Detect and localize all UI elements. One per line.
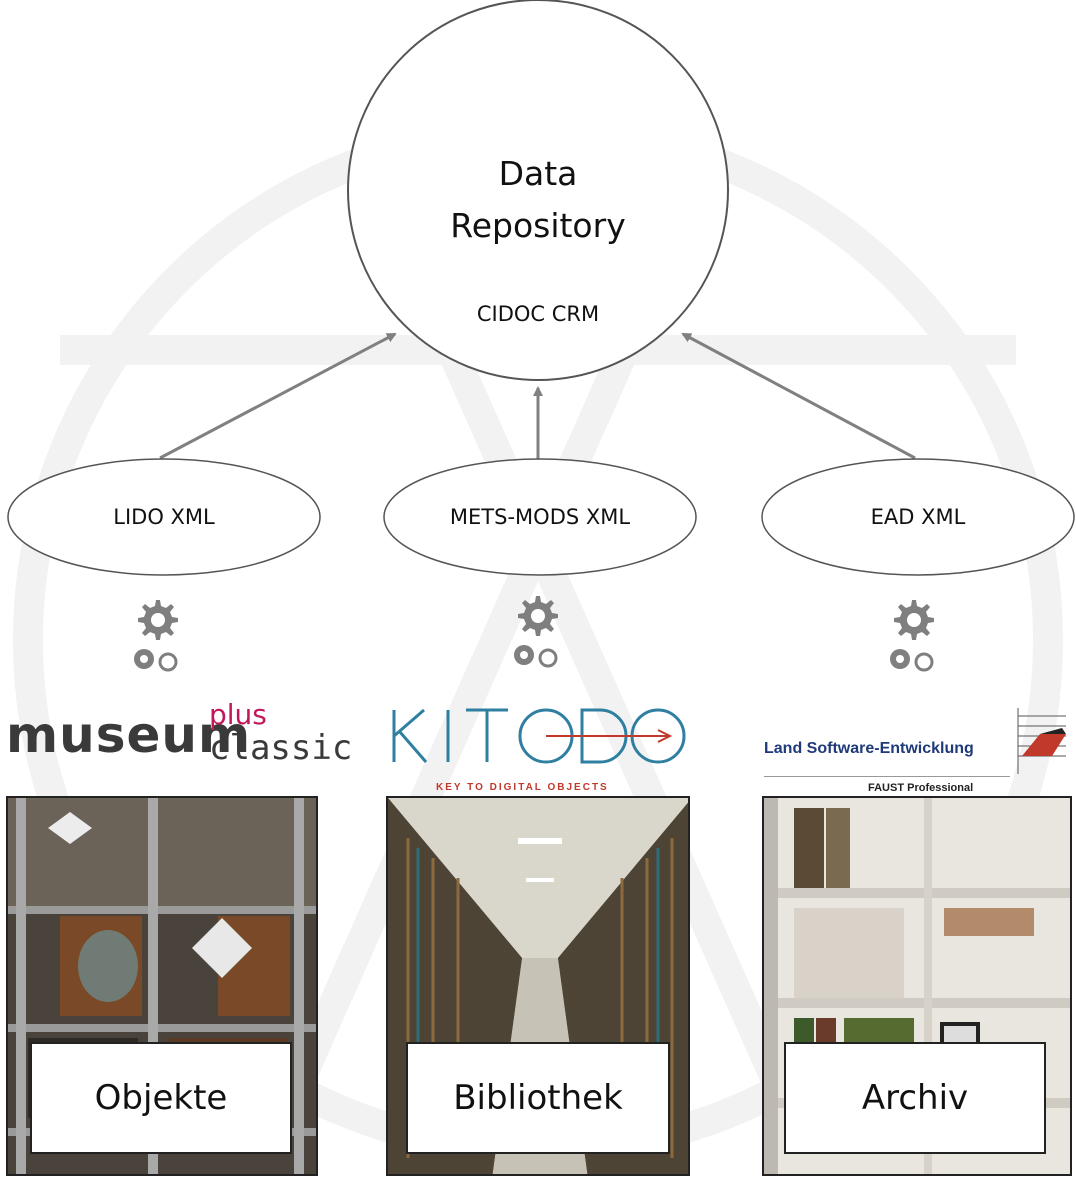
gears-icon xyxy=(514,596,558,668)
faust-divider xyxy=(764,776,1010,777)
repository-title-line1: Data xyxy=(498,154,578,193)
museumplus-logo: museum plus classic xyxy=(6,698,352,788)
format-label-mets: METS-MODS XML xyxy=(449,505,631,529)
collection-label-archiv: Archiv xyxy=(784,1042,1046,1154)
museumplus-logo-plus: plus xyxy=(209,698,267,731)
kitodo-wordmark xyxy=(392,708,686,764)
museumplus-logo-classic: classic xyxy=(209,728,353,768)
gears-icon xyxy=(890,600,934,672)
kitodo-tagline: KEY TO DIGITAL OBJECTS xyxy=(436,782,609,793)
gears-icon xyxy=(134,600,178,672)
collection-label-objekte: Objekte xyxy=(30,1042,292,1154)
diagram-canvas: Data Repository CIDOC CRM LIDO XML METS-… xyxy=(0,0,1076,1182)
format-label-lido: LIDO XML xyxy=(113,505,215,529)
faust-logo: Land Software-Entwicklung FAUST Professi… xyxy=(760,700,1072,798)
faust-company-name: Land Software-Entwicklung xyxy=(764,740,974,757)
faust-emblem-icon xyxy=(1017,708,1066,774)
collection-label-bibliothek: Bibliothek xyxy=(406,1042,670,1154)
format-label-ead: EAD XML xyxy=(870,505,966,529)
repository-title: Data Repository xyxy=(388,148,688,252)
faust-product-name: FAUST Professional xyxy=(868,782,974,794)
repository-title-line2: Repository xyxy=(450,206,626,245)
repository-standard: CIDOC CRM xyxy=(476,302,600,326)
kitodo-logo: KEY TO DIGITAL OBJECTS xyxy=(386,702,688,798)
